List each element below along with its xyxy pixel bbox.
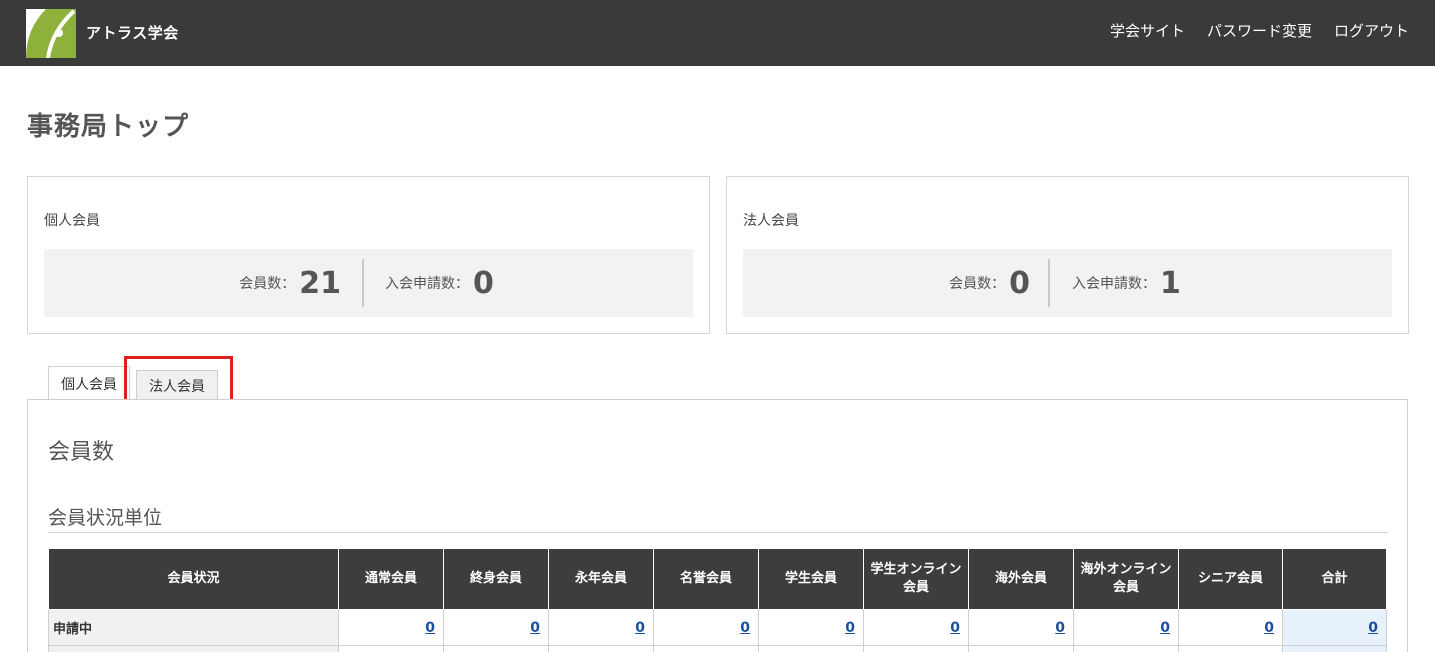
column-header: 永年会員 (548, 548, 654, 610)
member-count-value: 21 (299, 265, 341, 301)
section-title: 会員数 (48, 440, 115, 465)
member-count-stat: 会員数： 0 (949, 249, 1030, 317)
member-count-label: 会員数： (949, 276, 1006, 292)
card-title: 個人会員 (44, 213, 100, 229)
applicant-count-label: 入会申請数： (1072, 276, 1156, 292)
count-link[interactable]: 0 (845, 620, 855, 636)
column-header: 学生会員 (758, 548, 864, 610)
count-link[interactable]: 0 (950, 620, 960, 636)
stat-divider (362, 259, 364, 307)
member-count-label: 会員数： (239, 276, 296, 292)
card-title: 法人会員 (743, 213, 799, 229)
table-header-row: 会員状況 通常会員 終身会員 永年会員 名誉会員 学生会員 学生オンライン会員 … (48, 548, 1387, 610)
stat-divider (1048, 259, 1050, 307)
column-header: 海外会員 (968, 548, 1074, 610)
member-count-table: 会員状況 通常会員 終身会員 永年会員 名誉会員 学生会員 学生オンライン会員 … (48, 548, 1387, 652)
logo-icon[interactable] (26, 9, 76, 58)
member-count-stat: 会員数： 21 (239, 249, 341, 317)
column-header: 学生オンライン会員 (863, 548, 969, 610)
column-header: 終身会員 (443, 548, 549, 610)
count-link[interactable]: 0 (1160, 620, 1170, 636)
stats-box: 会員数： 21 入会申請数： 0 (44, 249, 693, 317)
stats-box: 会員数： 0 入会申請数： 1 (743, 249, 1392, 317)
column-header: 合計 (1282, 548, 1387, 610)
sub-title-rule (48, 532, 1388, 533)
count-link[interactable]: 0 (1055, 620, 1065, 636)
column-header: 名誉会員 (653, 548, 759, 610)
row-label: 申請中 (48, 609, 339, 646)
applicant-count-stat: 入会申請数： 0 (385, 249, 494, 317)
page-title: 事務局トップ (27, 112, 190, 142)
count-link[interactable]: 0 (425, 620, 435, 636)
applicant-count-value: 1 (1160, 265, 1181, 301)
society-site-link[interactable]: 学会サイト (1110, 20, 1185, 41)
brand-name[interactable]: アトラス学会 (86, 22, 179, 43)
applicant-count-label: 入会申請数： (385, 276, 469, 292)
count-link[interactable]: 0 (635, 620, 645, 636)
individual-summary-card: 個人会員 会員数： 21 入会申請数： 0 (27, 176, 710, 334)
count-link[interactable]: 0 (740, 620, 750, 636)
tab-individual[interactable]: 個人会員 (48, 366, 130, 400)
table-row (48, 645, 1387, 652)
tab-panel: 会員数 会員状況単位 会員状況 通常会員 終身会員 永年会員 名誉会員 学生会員… (27, 399, 1408, 652)
column-header: 通常会員 (338, 548, 444, 610)
change-password-link[interactable]: パスワード変更 (1207, 20, 1312, 41)
total-count-link[interactable]: 0 (1368, 620, 1378, 636)
count-link[interactable]: 0 (1264, 620, 1274, 636)
column-header: 会員状況 (48, 548, 339, 610)
column-header: 海外オンライン会員 (1073, 548, 1179, 610)
member-count-value: 0 (1009, 265, 1030, 301)
table-row: 申請中 0 0 0 0 0 0 0 0 0 0 (48, 609, 1387, 646)
corporate-summary-card: 法人会員 会員数： 0 入会申請数： 1 (726, 176, 1409, 334)
sub-title: 会員状況単位 (48, 507, 163, 529)
top-navbar: アトラス学会 学会サイト パスワード変更 ログアウト (0, 0, 1435, 66)
applicant-count-stat: 入会申請数： 1 (1072, 249, 1181, 317)
applicant-count-value: 0 (473, 265, 494, 301)
column-header: シニア会員 (1178, 548, 1283, 610)
logout-link[interactable]: ログアウト (1334, 20, 1409, 41)
top-nav-links: 学会サイト パスワード変更 ログアウト (1110, 20, 1409, 41)
count-link[interactable]: 0 (530, 620, 540, 636)
